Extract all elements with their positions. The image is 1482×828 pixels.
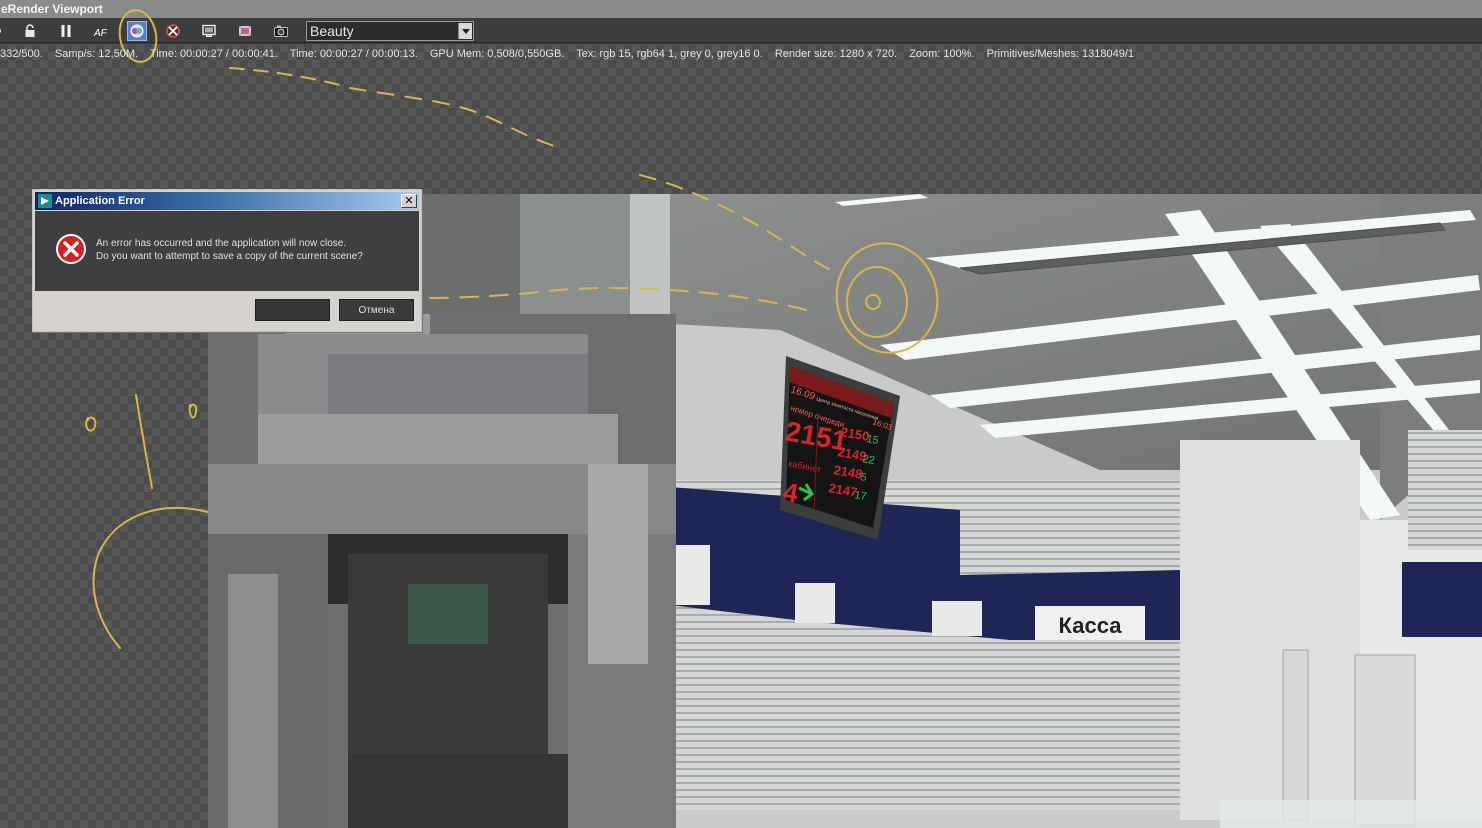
- application-error-dialog: Application Error ✕ An error has occurre…: [32, 189, 422, 332]
- close-icon[interactable]: ✕: [401, 194, 417, 208]
- dialog-title-bar[interactable]: Application Error ✕: [35, 192, 419, 210]
- stat-render-size: Render size: 1280 x 720.: [774, 48, 898, 60]
- dialog-message-line1: An error has occurred and the applicatio…: [96, 238, 347, 249]
- stat-samples-per-sec: Samp/s: 12,50M.: [54, 48, 139, 60]
- app-icon: [38, 194, 52, 208]
- error-icon: [56, 234, 86, 264]
- stat-primitives: Primitives/Meshes: 1318049/1: [986, 48, 1135, 60]
- stat-time-total: Time: 00:00:27 / 00:00:41.: [149, 48, 278, 60]
- ok-button[interactable]: [255, 299, 330, 321]
- dialog-message: An error has occurred and the applicatio…: [96, 237, 363, 263]
- stat-zoom: Zoom: 100%.: [909, 48, 975, 60]
- render-stats-bar: 332/500. Samp/s: 12,50M. Time: 00:00:27 …: [0, 45, 1482, 63]
- pixelated-censor-region: [208, 314, 676, 828]
- stat-gpu-mem: GPU Mem: 0,508/0,550GB.: [429, 48, 565, 60]
- cancel-button[interactable]: Отмена: [339, 299, 414, 321]
- stat-time-current: Time: 00:00:27 / 00:00:13.: [289, 48, 418, 60]
- dialog-message-line2: Do you want to attempt to save a copy of…: [96, 251, 363, 262]
- stat-samples: 332/500.: [0, 48, 43, 60]
- queue-window: 17: [853, 489, 867, 503]
- dialog-body: An error has occurred and the applicatio…: [35, 211, 419, 291]
- queue-window: 22: [861, 453, 875, 467]
- kassa-sign-text: Касса: [1059, 613, 1123, 638]
- dialog-title: Application Error: [55, 195, 145, 207]
- stat-tex: Tex: rgb 15, rgb64 1, grey 0, grey16 0.: [576, 48, 763, 60]
- queue-window: 15: [865, 433, 879, 447]
